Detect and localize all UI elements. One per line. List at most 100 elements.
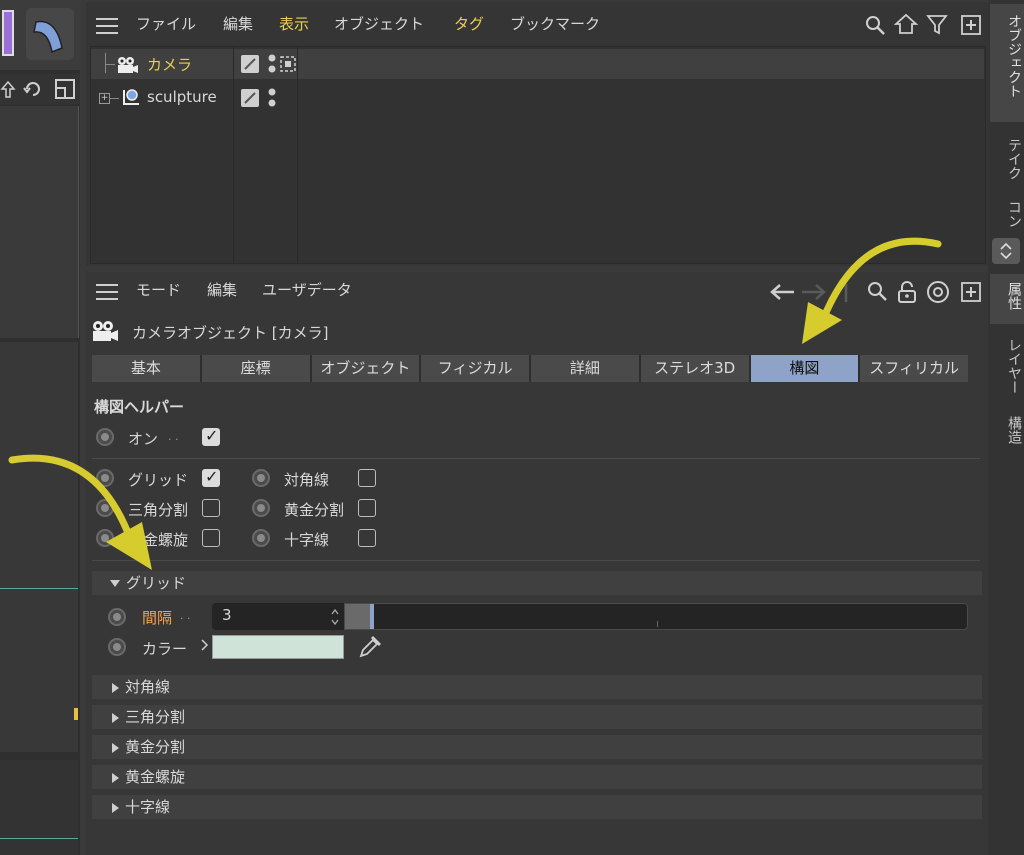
viewport-bottom [0, 760, 78, 855]
tool-icon-purple[interactable] [2, 10, 14, 56]
attribute-tabs: 基本 座標 オブジェクト フィジカル 詳細 ステレオ3D 構図 スフィリカル [92, 355, 968, 382]
enable-anim-radio[interactable] [96, 428, 114, 446]
rotate-icon[interactable] [22, 78, 44, 100]
menu-userdata[interactable]: ユーザデータ [262, 272, 352, 308]
search-icon[interactable] [864, 14, 886, 36]
spacing-anim-radio[interactable] [108, 608, 126, 626]
tab-object[interactable]: オブジェクト [311, 355, 422, 382]
new-window-icon[interactable] [960, 14, 982, 36]
tab-scroll-icon[interactable] [992, 238, 1020, 264]
hamburger-menu-icon[interactable] [96, 18, 118, 34]
menu-edit[interactable]: 編集 [223, 2, 253, 46]
object-row-active[interactable] [91, 49, 984, 79]
cross-anim-radio[interactable] [252, 529, 270, 547]
slider-handle[interactable] [370, 604, 374, 629]
menu-view[interactable]: 表示 [279, 2, 309, 46]
viewport-bottom-line [0, 838, 78, 839]
menu-mode[interactable]: モード [136, 272, 181, 308]
section-golden-section-title: 黄金分割 [125, 738, 186, 756]
camera-icon [118, 57, 138, 73]
tab-composition[interactable]: 構図 [750, 355, 861, 382]
enable-label: オン [128, 430, 159, 448]
section-cross[interactable]: 十字線 [92, 795, 982, 819]
tab-physical[interactable]: フィジカル [421, 355, 531, 382]
maximize-icon[interactable] [54, 78, 76, 100]
color-label: カラー [142, 640, 188, 658]
eyedropper-icon[interactable] [357, 634, 383, 660]
tree-line-h2 [109, 98, 119, 99]
new-window-icon-2[interactable] [960, 281, 982, 303]
spacing-label: 間隔 [142, 609, 173, 627]
section-diagonal[interactable]: 対角線 [92, 675, 982, 699]
menu-file[interactable]: ファイル [136, 2, 196, 46]
golden-section-anim-radio[interactable] [252, 499, 270, 517]
right-tab-content[interactable]: コン [994, 200, 1024, 236]
spacing-dots: . . [180, 609, 191, 622]
color-swatch[interactable] [212, 635, 344, 659]
target-tag-icon[interactable] [279, 55, 297, 73]
option-grid-checkbox[interactable] [202, 467, 220, 487]
enable-checkbox[interactable] [202, 426, 220, 446]
tab-spherical[interactable]: スフィリカル [860, 355, 968, 382]
option-golden-spiral-checkbox[interactable] [202, 529, 220, 547]
filter-icon[interactable] [926, 13, 948, 35]
section-diagonal-title: 対角線 [125, 678, 171, 696]
sculpture-icon [123, 89, 139, 105]
section-grid[interactable]: グリッド [92, 571, 982, 595]
home-icon[interactable] [894, 13, 918, 35]
menu-object[interactable]: オブジェクト [334, 2, 424, 46]
option-cross-checkbox[interactable] [358, 529, 376, 547]
section-triangle[interactable]: 三角分割 [92, 705, 982, 729]
tab-coord[interactable]: 座標 [201, 355, 312, 382]
menu-edit-attr[interactable]: 編集 [207, 272, 237, 308]
object-name-camera[interactable]: カメラ [147, 54, 192, 75]
visibility-dots-icon[interactable] [267, 53, 277, 75]
option-golden-section-label: 黄金分割 [284, 501, 345, 519]
viewport-line [0, 588, 78, 589]
right-tab-take[interactable]: テイク [994, 138, 1024, 180]
section-triangle-title: 三角分割 [125, 708, 186, 726]
spacing-slider[interactable] [344, 603, 968, 630]
viewport-panel[interactable] [0, 0, 80, 855]
tool-icon-sweep[interactable] [26, 8, 74, 60]
slider-tick [657, 621, 658, 627]
column-divider [233, 47, 234, 263]
expand-right-icon [112, 682, 119, 693]
right-tab-attributes[interactable]: 属性 [994, 282, 1024, 310]
layer-swatch-icon[interactable] [241, 55, 259, 73]
color-expand-icon[interactable] [200, 638, 210, 652]
object-name-sculpture[interactable]: sculpture [147, 88, 217, 106]
move-icon[interactable] [0, 80, 16, 100]
expand-down-icon [110, 580, 120, 587]
viewport-marker [74, 708, 78, 720]
menu-tag[interactable]: タグ [454, 2, 484, 46]
spacing-input[interactable]: 3 [212, 603, 344, 630]
hamburger-menu-icon-2[interactable] [96, 284, 118, 300]
option-diagonal-label: 対角線 [284, 471, 330, 489]
camera-object-icon [93, 321, 118, 341]
viewport-area[interactable] [0, 106, 79, 338]
stepper-icon[interactable] [330, 607, 340, 627]
option-golden-section-checkbox[interactable] [358, 499, 376, 517]
layer-swatch-icon-2[interactable] [241, 89, 259, 107]
slider-fill [345, 604, 370, 629]
tab-stereo3d[interactable]: ステレオ3D [640, 355, 751, 382]
color-anim-radio[interactable] [108, 638, 126, 656]
menu-bookmark[interactable]: ブックマーク [510, 2, 600, 46]
right-tab-layers[interactable]: レイヤー [994, 338, 1024, 394]
section-cross-title: 十字線 [125, 798, 171, 816]
right-tab-structure[interactable]: 構造 [994, 416, 1024, 444]
option-diagonal-checkbox[interactable] [358, 469, 376, 487]
visibility-dots-icon-2[interactable] [267, 87, 277, 109]
section-golden-section[interactable]: 黄金分割 [92, 735, 982, 759]
annotation-arrow-tab [802, 237, 942, 344]
tab-details[interactable]: 詳細 [531, 355, 641, 382]
option-triangle-checkbox[interactable] [202, 499, 220, 517]
tab-basic[interactable]: 基本 [92, 355, 202, 382]
tree-line [105, 53, 106, 73]
diagonal-anim-radio[interactable] [252, 469, 270, 487]
spacing-value: 3 [222, 606, 232, 624]
section-golden-spiral[interactable]: 黄金螺旋 [92, 765, 982, 789]
group-title: 構図ヘルパー [94, 398, 185, 416]
right-tab-objects[interactable]: オブジェクト [994, 14, 1024, 98]
